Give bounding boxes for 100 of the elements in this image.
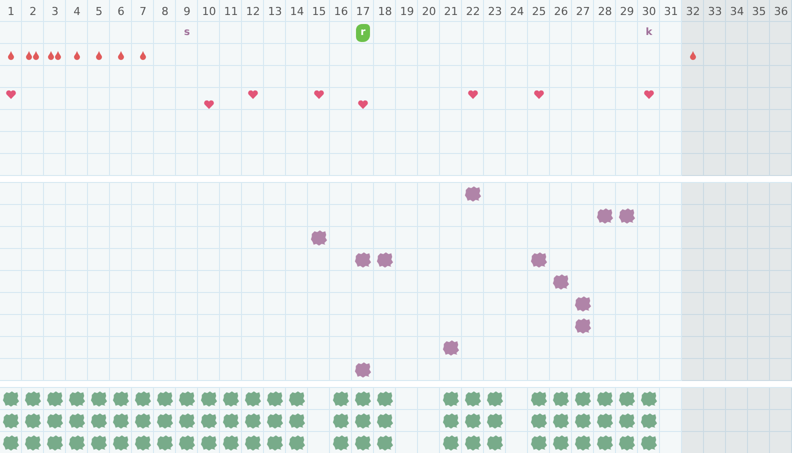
scribble-icon xyxy=(486,434,504,452)
day-header-cell-text: 1 xyxy=(6,4,16,20)
scribble-icon xyxy=(640,412,658,430)
scribble-icon xyxy=(332,412,350,430)
scribble-icon xyxy=(266,412,284,430)
day-note: s xyxy=(184,28,190,38)
drops-icon xyxy=(26,50,40,60)
scribble-icon xyxy=(530,390,548,408)
scribble-icon xyxy=(222,390,240,408)
scribble-icon xyxy=(200,412,218,430)
scribble-icon xyxy=(354,251,372,269)
drop-icon xyxy=(74,50,80,60)
scribble-icon xyxy=(266,390,284,408)
scribble-icon xyxy=(442,434,460,452)
heart-icon xyxy=(644,90,654,99)
scribble-icon xyxy=(244,412,262,430)
day-header-cell-text: 2 xyxy=(28,4,38,20)
scribble-icon xyxy=(112,434,130,452)
scribble-icon xyxy=(574,295,592,313)
scribble-icon xyxy=(24,412,42,430)
scribble-icon xyxy=(376,412,394,430)
scribble-icon xyxy=(640,434,658,452)
scribble-icon xyxy=(596,434,614,452)
day-header-cell: 32 xyxy=(682,0,704,22)
scribble-icon xyxy=(574,434,592,452)
scribble-icon xyxy=(552,273,570,291)
scribble-icon xyxy=(376,434,394,452)
day-header-cell-text: 28 xyxy=(597,4,613,20)
day-header-cell-text: 29 xyxy=(619,4,635,20)
scribble-icon xyxy=(464,185,482,203)
day-header-cell-text: 24 xyxy=(509,4,525,20)
day-header-cell-text: 5 xyxy=(94,4,104,20)
scribble-icon xyxy=(618,207,636,225)
scribble-icon xyxy=(530,412,548,430)
day-header-cell: 36 xyxy=(770,0,792,22)
day-header-cell: 33 xyxy=(704,0,726,22)
scribble-icon xyxy=(90,390,108,408)
scribble-icon xyxy=(596,207,614,225)
note-badge: r xyxy=(356,24,370,42)
drop-icon xyxy=(690,50,696,60)
drops-icon xyxy=(48,50,62,60)
day-header-cell-text: 15 xyxy=(311,4,327,20)
scribble-icon xyxy=(552,390,570,408)
day-header-cell-text: 4 xyxy=(72,4,82,20)
scribble-icon xyxy=(464,434,482,452)
drop-icon xyxy=(118,50,124,60)
day-header-cell: 34 xyxy=(726,0,748,22)
day-header-cell-text: 22 xyxy=(465,4,481,20)
scribble-icon xyxy=(200,434,218,452)
scribble-icon xyxy=(156,390,174,408)
heart-icon xyxy=(6,90,16,99)
scribble-icon xyxy=(68,412,86,430)
scribble-icon xyxy=(244,434,262,452)
scribble-icon xyxy=(332,390,350,408)
day-header-cell-text: 3 xyxy=(50,4,60,20)
day-header-cell-text: 23 xyxy=(487,4,503,20)
scribble-icon xyxy=(354,361,372,379)
scribble-icon xyxy=(244,390,262,408)
scribble-icon xyxy=(442,412,460,430)
scribble-icon xyxy=(486,412,504,430)
day-header-cell-text: 18 xyxy=(377,4,393,20)
scribble-icon xyxy=(112,412,130,430)
scribble-icon xyxy=(574,412,592,430)
heart-icon xyxy=(358,100,368,109)
scribble-icon xyxy=(618,390,636,408)
scribble-icon xyxy=(134,434,152,452)
heart-icon xyxy=(314,90,324,99)
scribble-icon xyxy=(2,390,20,408)
scribble-icon xyxy=(288,434,306,452)
scribble-icon xyxy=(596,390,614,408)
scribble-icon xyxy=(552,434,570,452)
drop-icon xyxy=(140,50,146,60)
scribble-icon xyxy=(486,390,504,408)
scribble-icon xyxy=(178,434,196,452)
scribble-icon xyxy=(222,434,240,452)
day-header-cell: 35 xyxy=(748,0,770,22)
scribble-icon xyxy=(310,229,328,247)
scribble-icon xyxy=(552,412,570,430)
scribble-icon xyxy=(156,412,174,430)
day-header-cell-text: 21 xyxy=(443,4,459,20)
scribble-icon xyxy=(2,434,20,452)
scribble-icon xyxy=(68,390,86,408)
day-header-cell-text: 25 xyxy=(531,4,547,20)
scribble-icon xyxy=(464,412,482,430)
scribble-icon xyxy=(574,390,592,408)
heart-icon xyxy=(248,90,258,99)
scribble-icon xyxy=(90,434,108,452)
day-header-cell-text: 19 xyxy=(399,4,415,20)
scribble-icon xyxy=(618,412,636,430)
scribble-icon xyxy=(288,412,306,430)
day-header-cell-text: 12 xyxy=(245,4,261,20)
day-header-cell-text: 20 xyxy=(421,4,437,20)
scribble-icon xyxy=(24,390,42,408)
scribble-icon xyxy=(596,412,614,430)
scribble-icon xyxy=(134,412,152,430)
heart-icon xyxy=(534,90,544,99)
scribble-icon xyxy=(442,339,460,357)
day-header-cell-text: 27 xyxy=(575,4,591,20)
scribble-icon xyxy=(200,390,218,408)
drop-icon xyxy=(96,50,102,60)
